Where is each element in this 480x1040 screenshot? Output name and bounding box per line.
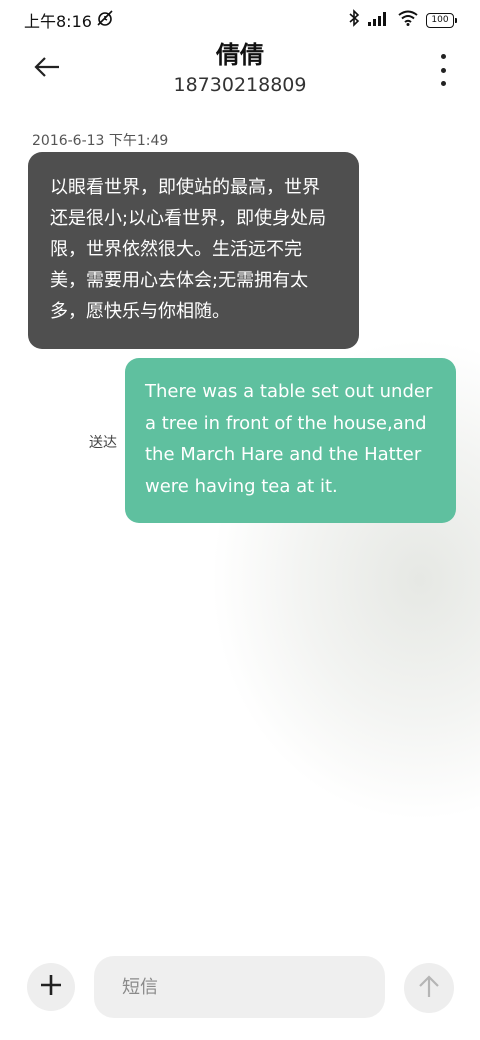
incoming-message-bubble[interactable]: 以眼看世界，即使站的最高，世界还是很小;以心看世界，即使身处局限，世界依然很大。… — [28, 152, 359, 349]
message-input[interactable] — [94, 956, 385, 1018]
signal-icon — [368, 11, 390, 30]
status-right: 100 — [348, 9, 457, 31]
more-vertical-icon — [440, 54, 446, 59]
message-timestamp: 2016-6-13 下午1:49 — [32, 133, 169, 149]
outgoing-message-bubble[interactable]: There was a table set out under a tree i… — [125, 358, 456, 523]
more-vertical-icon — [440, 67, 446, 73]
message-composer — [0, 954, 480, 1020]
conversation-header: 倩倩 18730218809 — [0, 40, 480, 106]
contact-number: 18730218809 — [173, 74, 307, 96]
contact-name: 倩倩 — [216, 41, 264, 69]
contact-title: 倩倩 18730218809 — [0, 40, 480, 98]
plus-icon — [40, 974, 62, 1000]
status-left: 上午8:16 — [24, 8, 114, 32]
battery-icon: 100 — [426, 12, 457, 28]
wifi-icon — [398, 10, 418, 30]
status-bar: 上午8:16 100 — [0, 0, 480, 40]
status-time: 上午8:16 — [24, 12, 92, 31]
send-button[interactable] — [404, 963, 454, 1013]
more-options-button[interactable] — [436, 54, 450, 86]
send-arrow-icon — [418, 974, 440, 1002]
alarm-off-icon — [96, 9, 114, 31]
more-vertical-icon — [440, 81, 446, 86]
add-attachment-button[interactable] — [27, 963, 75, 1011]
bluetooth-icon — [348, 9, 360, 31]
delivery-status: 送达 — [89, 435, 117, 451]
